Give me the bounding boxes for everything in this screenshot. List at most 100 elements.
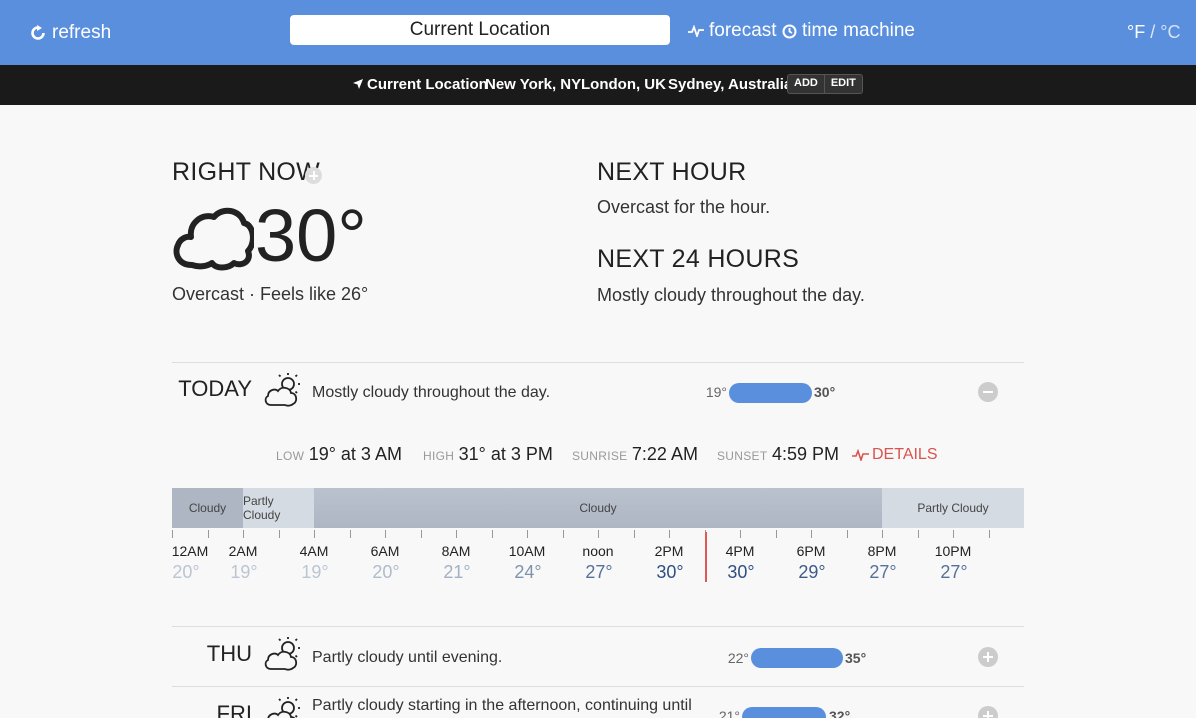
condition-segment: Cloudy xyxy=(314,488,882,528)
timeline-tick xyxy=(988,530,990,538)
hour-label: 4AM xyxy=(299,543,329,559)
hour-temp: 29° xyxy=(798,562,826,582)
hour-label: 10AM xyxy=(508,543,546,559)
hour-temp: 27° xyxy=(940,562,968,582)
partly-cloudy-icon xyxy=(264,373,300,407)
timeline-tick xyxy=(882,530,883,538)
hour-temp: 27° xyxy=(585,562,613,582)
timeline-tick xyxy=(811,530,812,538)
stat-sunset: SUNSET 4:59 PM xyxy=(717,444,839,465)
stat-high-label: HIGH xyxy=(423,449,455,463)
temp-range-bar xyxy=(729,383,812,403)
unit-separator: / xyxy=(1150,22,1156,42)
temp-range-bar xyxy=(742,707,826,718)
right-now-title: RIGHT NOW xyxy=(172,158,321,186)
temp-low: 21° xyxy=(718,708,740,718)
current-summary: Overcast · Feels like 26° xyxy=(172,284,369,304)
refresh-label: refresh xyxy=(52,22,112,43)
stat-low: LOW 19° at 3 AM xyxy=(276,444,402,465)
timeline-tick xyxy=(562,530,564,538)
condition-segment: Partly Cloudy xyxy=(882,488,1024,528)
pulse-icon xyxy=(688,25,704,37)
day-name: THU xyxy=(206,641,252,666)
timeline-tick xyxy=(207,530,209,538)
condition-segment: Partly Cloudy xyxy=(243,488,314,528)
right-now-expand-button[interactable] xyxy=(305,167,322,184)
location-london[interactable]: London, UK xyxy=(581,76,666,93)
next-hour-title: NEXT HOUR xyxy=(597,158,747,186)
refresh-icon xyxy=(31,25,45,40)
hour-label: 2PM xyxy=(654,543,684,559)
location-arrow-icon xyxy=(353,79,363,89)
expand-day-button[interactable] xyxy=(978,706,998,718)
location-actions: ADD EDIT xyxy=(787,74,863,94)
hour-temp: 21° xyxy=(443,562,471,582)
unit-toggle[interactable]: °F / °C xyxy=(1127,22,1180,43)
edit-locations-button[interactable]: EDIT xyxy=(823,75,862,93)
timeline-tick xyxy=(633,530,635,538)
timeline-tick xyxy=(243,530,244,538)
timeline-tick xyxy=(953,530,954,538)
condition-segment: Cloudy xyxy=(172,488,243,528)
temp-high: 30° xyxy=(814,384,836,400)
timeline-tick xyxy=(846,530,848,538)
stat-high: HIGH 31° at 3 PM xyxy=(423,444,553,465)
hour-label: noon xyxy=(582,543,614,559)
location-current[interactable]: Current Location xyxy=(353,76,488,93)
hour-temp: 19° xyxy=(230,562,258,582)
refresh-button[interactable]: refresh xyxy=(30,22,111,44)
timeline-tick xyxy=(420,530,422,538)
partly-cloudy-icon xyxy=(264,637,300,671)
timeline-tick xyxy=(740,530,741,538)
forecast-label: forecast xyxy=(709,20,777,41)
unit-fahrenheit[interactable]: °F xyxy=(1127,22,1145,42)
collapse-day-button[interactable] xyxy=(978,382,998,402)
timeline-tick xyxy=(314,530,315,538)
next-24-hours-title: NEXT 24 HOURS xyxy=(597,245,800,273)
time-machine-link[interactable]: time machine xyxy=(782,20,915,42)
timeline-tick xyxy=(278,530,280,538)
clock-icon xyxy=(782,24,797,38)
expand-day-button[interactable] xyxy=(978,647,998,667)
temp-low: 22° xyxy=(727,650,749,666)
hour-temp: 20° xyxy=(172,562,200,582)
hour-temp: 30° xyxy=(727,562,755,582)
time-machine-label: time machine xyxy=(802,20,915,41)
stat-low-label: LOW xyxy=(276,449,305,463)
add-location-button[interactable]: ADD xyxy=(788,75,824,93)
stat-sunset-value: 4:59 PM xyxy=(771,444,839,464)
hour-label: 8PM xyxy=(867,543,897,559)
timeline-tick xyxy=(598,530,599,538)
stat-sunrise-value: 7:22 AM xyxy=(631,444,698,464)
hour-label: 4PM xyxy=(725,543,755,559)
location-sydney[interactable]: Sydney, Australia xyxy=(668,76,792,93)
hour-temp: 27° xyxy=(869,562,897,582)
temp-high: 35° xyxy=(845,650,867,666)
temp-range-bar xyxy=(751,648,843,668)
temp-low: 19° xyxy=(705,384,727,400)
top-bar: refresh forecast time machine °F / °C xyxy=(0,0,1196,65)
hour-temp: 20° xyxy=(372,562,400,582)
unit-celsius[interactable]: °C xyxy=(1160,22,1180,42)
forecast-link[interactable]: forecast xyxy=(688,20,777,42)
cloud-icon xyxy=(173,207,254,271)
location-search-input[interactable] xyxy=(290,15,670,45)
stat-low-value: 19° at 3 AM xyxy=(308,444,402,464)
timeline-tick xyxy=(669,530,670,538)
divider xyxy=(172,626,1024,627)
day-summary: Partly cloudy starting in the afternoon,… xyxy=(312,697,692,714)
day-name: TODAY xyxy=(178,376,252,401)
day-summary: Partly cloudy until evening. xyxy=(312,649,503,666)
hour-label: 6AM xyxy=(370,543,400,559)
details-link[interactable]: DETAILS xyxy=(852,446,938,464)
stat-sunset-label: SUNSET xyxy=(717,449,768,463)
divider xyxy=(172,686,1024,687)
location-new-york[interactable]: New York, NY xyxy=(485,76,581,93)
timeline-tick xyxy=(456,530,457,538)
day-summary: Mostly cloudy throughout the day. xyxy=(312,384,551,401)
timeline-tick xyxy=(917,530,919,538)
partly-cloudy-icon xyxy=(267,697,300,718)
hour-temp: 30° xyxy=(656,562,684,582)
timeline-tick xyxy=(527,530,528,538)
stat-sunrise-label: SUNRISE xyxy=(572,449,628,463)
